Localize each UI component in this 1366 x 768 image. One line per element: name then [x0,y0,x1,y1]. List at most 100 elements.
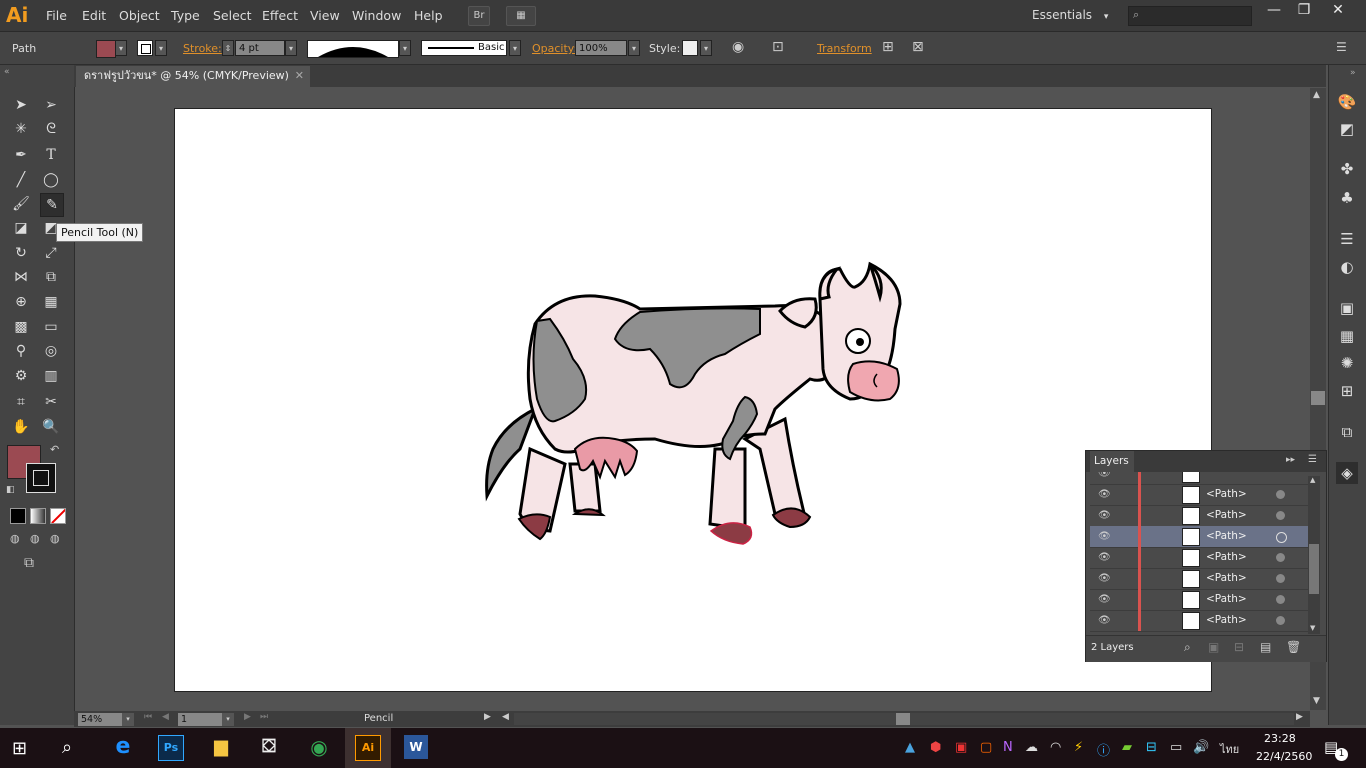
scroll-down-icon[interactable]: ▼ [1310,624,1315,632]
draw-inside-icon[interactable]: ◍ [50,532,60,545]
windows-start-icon[interactable]: ⊞ [12,738,27,759]
stroke-color-box[interactable] [26,463,56,493]
gradient-mode-button[interactable] [30,508,46,524]
align-options-icon[interactable]: ⊡ [772,39,784,55]
search-icon[interactable]: ⌕ [62,737,72,758]
status-menu-icon[interactable]: ▶ [484,712,491,722]
antivirus-tray-icon[interactable]: ⬢ [930,740,941,755]
rotate-tool-icon[interactable]: ↻ [10,242,32,264]
stroke-dropdown[interactable]: ▾ [155,40,167,56]
horizontal-scrollbar[interactable] [514,713,1294,725]
hand-tool-icon[interactable]: ✋ [10,416,32,438]
previous-artboard-icon[interactable]: ◀ [162,712,169,722]
cow-illustration[interactable] [475,249,915,549]
last-artboard-icon[interactable]: ⏭ [260,712,268,722]
locate-object-icon[interactable]: ⌕ [1184,640,1191,655]
menu-type[interactable]: Type [171,8,200,23]
fill-swatch[interactable] [96,40,116,58]
swap-fill-stroke-icon[interactable]: ↶ [50,443,59,456]
artboard-number-field[interactable]: 1 [178,713,222,726]
new-layer-icon[interactable]: ▤ [1260,640,1271,654]
arrange-icon[interactable]: ⊠ [912,39,924,55]
gradient-tool-icon[interactable]: ▭ [40,316,62,338]
first-artboard-icon[interactable]: ⏮ [144,712,152,722]
artboard-tool-icon[interactable]: ⌗ [10,391,32,413]
opacity-dropdown[interactable]: ▾ [628,40,640,56]
selection-tool-icon[interactable]: ➤ [10,94,32,116]
adobe-tray-icon[interactable]: ▣ [955,740,967,755]
nvidia-tray-icon[interactable]: ▰ [1122,740,1132,755]
target-circle-icon[interactable] [1276,595,1285,604]
color-mode-button[interactable] [10,508,26,524]
menu-file[interactable]: File [46,8,67,23]
ellipse-tool-icon[interactable]: ◯ [40,169,62,191]
onedrive-tray-icon[interactable]: ☁ [1025,740,1038,755]
layers-tab[interactable]: Layers [1090,451,1134,472]
volume-tray-icon[interactable]: 🔊 [1193,740,1209,755]
layer-row[interactable]: 👁 <Path> [1090,484,1308,506]
none-mode-button[interactable] [50,508,66,524]
layer-row[interactable]: 👁 <Path> [1090,589,1308,611]
screen-mode-icon[interactable]: ⧉ [24,555,34,571]
artboards-icon[interactable]: ⧉ [1336,421,1358,443]
workspace-switcher[interactable]: Essentials ▾ [1032,8,1108,22]
variable-width-profile[interactable] [307,40,399,58]
scale-tool-icon[interactable]: ⤢ [40,242,62,264]
file-explorer-icon[interactable]: ▆ [206,732,236,762]
brush-definition[interactable]: Basic [421,40,507,56]
scroll-thumb[interactable] [1311,391,1325,405]
minimize-button[interactable]: — [1258,2,1290,20]
draw-behind-icon[interactable]: ◍ [30,532,40,545]
target-circle-icon[interactable] [1276,574,1285,583]
document-tab[interactable]: ดราฟรูปวัวขน* @ 54% (CMYK/Preview) ✕ [76,66,310,87]
free-transform-tool-icon[interactable]: ⧉ [40,266,62,288]
restore-button[interactable]: ❐ [1288,2,1320,20]
expand-panels-icon[interactable]: » [1350,68,1356,78]
target-circle-icon[interactable] [1276,511,1285,520]
store-icon[interactable]: ⛋ [254,732,284,762]
line-tool-icon[interactable]: ╱ [10,169,32,191]
menu-edit[interactable]: Edit [82,8,106,23]
bridge-button[interactable]: Br [468,6,490,26]
menu-select[interactable]: Select [213,8,252,23]
color-panel-icon[interactable]: 🎨 [1336,91,1358,113]
layer-name[interactable]: <Path> [1206,593,1247,605]
magic-wand-tool-icon[interactable]: ✳ [10,118,32,140]
visibility-eye-icon[interactable]: 👁 [1098,552,1111,563]
menu-object[interactable]: Object [119,8,160,23]
eyedropper-tool-icon[interactable]: ⚲ [10,340,32,362]
word-icon[interactable]: W [404,735,428,759]
layer-row[interactable]: 👁 <Path> [1090,610,1308,632]
stroke-weight-dropdown[interactable]: ▾ [285,40,297,56]
default-fill-stroke-icon[interactable]: ◧ [6,485,15,495]
symbol-sprayer-tool-icon[interactable]: ⚙ [10,365,32,387]
column-graph-tool-icon[interactable]: ▥ [40,365,62,387]
zoom-dropdown[interactable]: ▾ [122,713,134,726]
opacity-label[interactable]: Opacity: [532,42,577,55]
next-artboard-icon[interactable]: ▶ [244,712,251,722]
layer-name[interactable]: <Path> [1206,509,1247,521]
scroll-right-icon[interactable]: ▶ [1296,712,1303,722]
horizontal-scroll-thumb[interactable] [896,713,910,725]
slice-tool-icon[interactable]: ✂ [40,391,62,413]
fill-dropdown[interactable]: ▾ [115,40,127,56]
layers-panel-icon[interactable]: ◈ [1336,462,1358,484]
pen-tool-icon[interactable]: ✒ [10,144,32,166]
gradient-panel-icon[interactable]: ▣ [1336,297,1358,319]
direct-selection-tool-icon[interactable]: ➢ [40,94,62,116]
clock-time[interactable]: 23:28 [1264,732,1296,745]
blend-tool-icon[interactable]: ◎ [40,340,62,362]
align-panel-icon[interactable]: ⊞ [1336,380,1358,402]
perspective-grid-tool-icon[interactable]: ▦ [40,291,62,313]
target-circle-icon[interactable] [1276,553,1285,562]
layer-name[interactable]: <Path> [1206,551,1247,563]
help-search-input[interactable]: ⌕ [1128,6,1252,26]
arrange-documents-button[interactable]: ▦ [506,6,536,26]
recolor-artwork-icon[interactable]: ◉ [732,39,744,55]
shape-builder-tool-icon[interactable]: ⊕ [10,291,32,313]
collapse-panel-icon[interactable]: ▸▸ [1286,455,1295,465]
width-tool-icon[interactable]: ⋈ [10,266,32,288]
layer-name[interactable]: <Path> [1206,488,1247,500]
visibility-eye-icon[interactable]: 👁 [1098,531,1111,542]
visibility-eye-icon[interactable]: 👁 [1098,573,1111,584]
